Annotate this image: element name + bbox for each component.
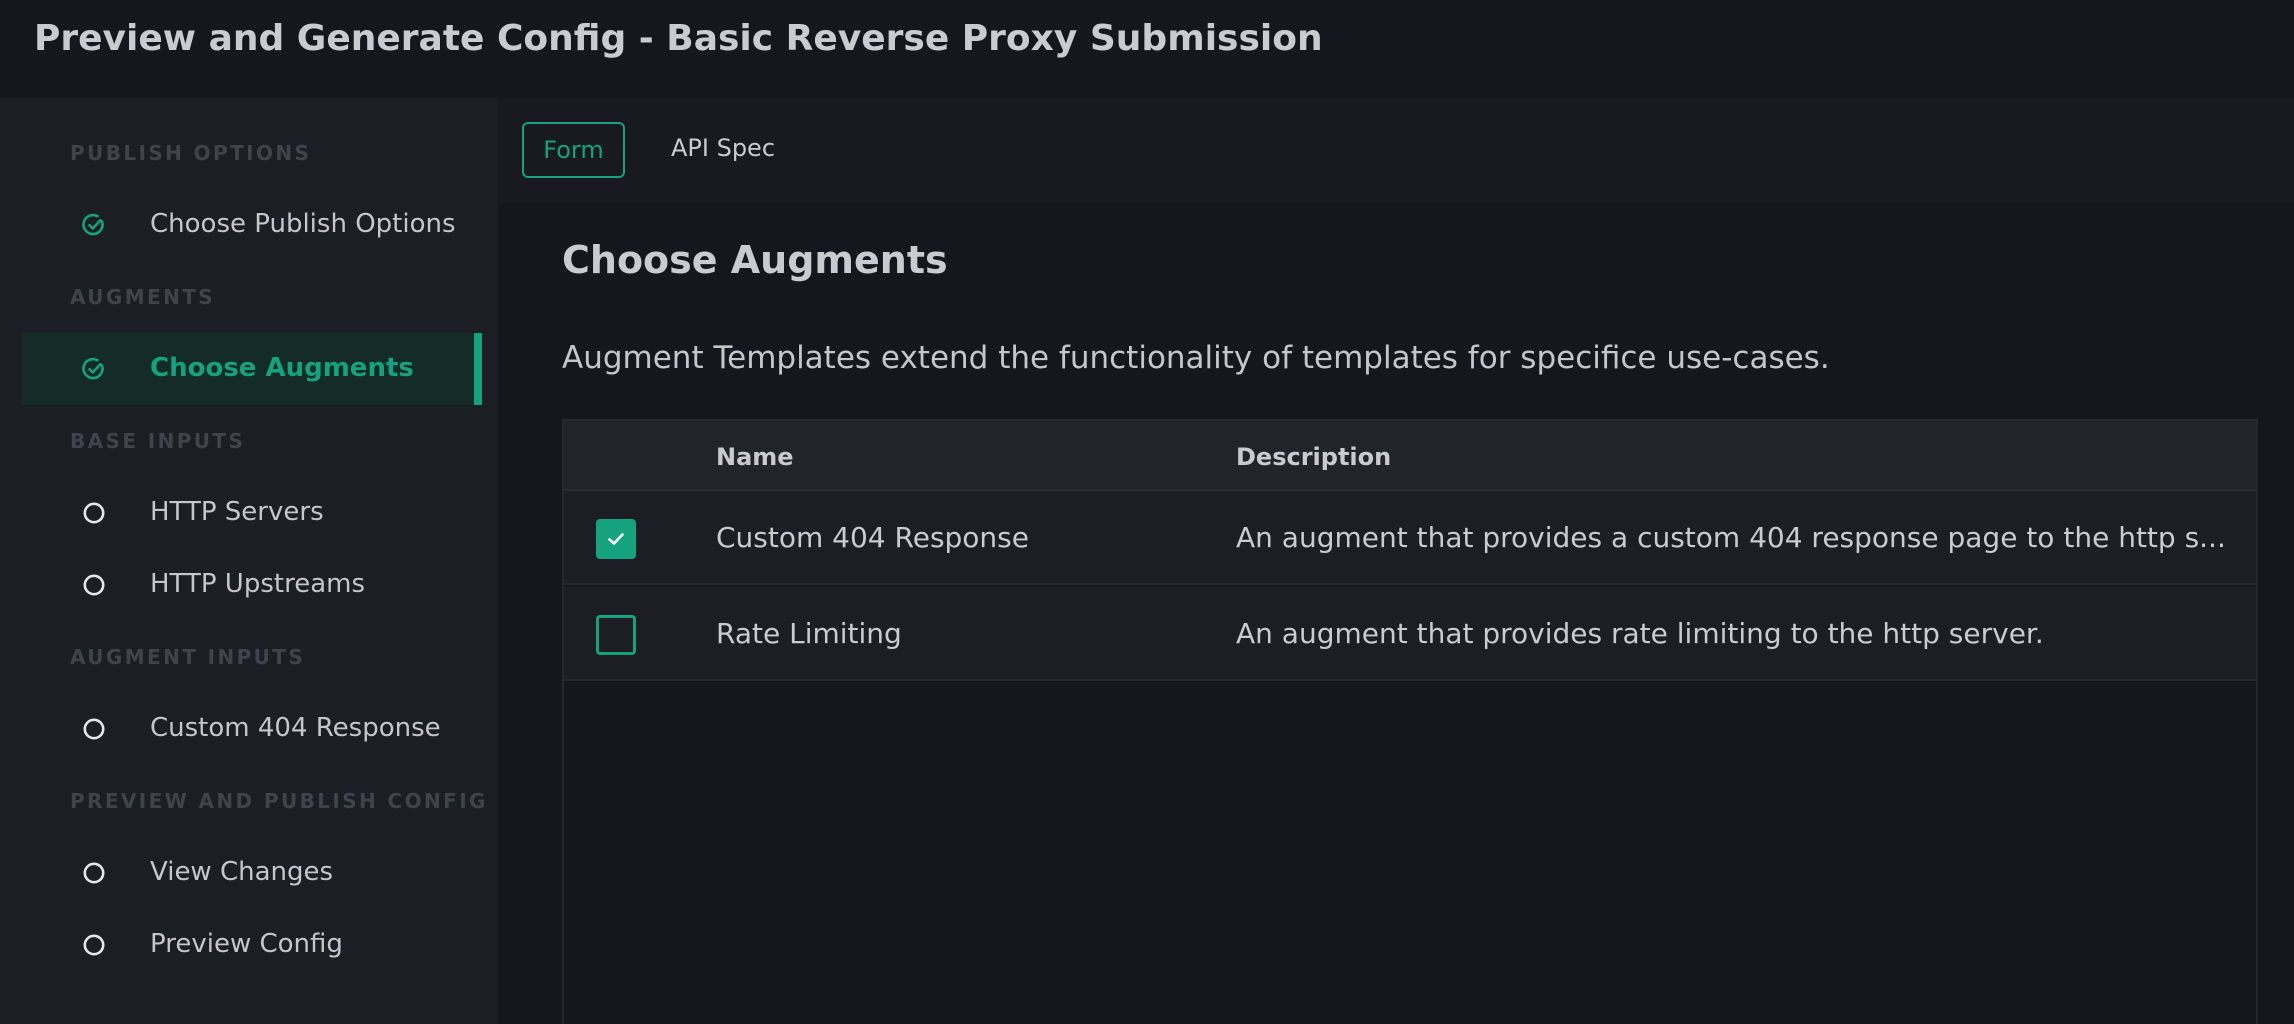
augment-name: Custom 404 Response [716, 521, 1029, 554]
tab-api-spec[interactable]: API Spec [658, 122, 788, 178]
circle-icon [83, 718, 105, 740]
sidebar-section-augment-inputs: AUGMENT INPUTS [70, 645, 306, 669]
sidebar-section-base-inputs: BASE INPUTS [70, 429, 246, 453]
table-header: Name Description [564, 421, 2256, 491]
sidebar-item-preview-config[interactable]: Preview Config [22, 909, 482, 981]
sidebar-item-view-changes[interactable]: View Changes [22, 837, 482, 909]
sidebar-section-preview-and-publish-config: PREVIEW AND PUBLISH CONFIG [70, 789, 488, 813]
page-title: Choose Augments [562, 238, 948, 282]
sidebar-item-label: HTTP Upstreams [150, 569, 365, 599]
sidebar-item-label: Preview Config [150, 929, 343, 959]
checkmark-icon [608, 533, 624, 545]
sidebar-item-choose-publish-options[interactable]: Choose Publish Options [22, 189, 482, 261]
circle-icon [83, 502, 105, 524]
sidebar-item-http-upstreams[interactable]: HTTP Upstreams [22, 549, 482, 621]
main-content: Choose Augments Augment Templates extend… [498, 202, 2294, 1024]
circle-icon [83, 574, 105, 596]
sidebar-item-http-servers[interactable]: HTTP Servers [22, 477, 482, 549]
app-header: Preview and Generate Config - Basic Reve… [0, 0, 2294, 82]
sidebar-item-custom-404-response[interactable]: Custom 404 Response [22, 693, 482, 765]
sidebar-nav: PUBLISH OPTIONS Choose Publish Options A… [0, 98, 498, 1024]
sidebar-item-label: HTTP Servers [150, 497, 324, 527]
page-description: Augment Templates extend the functionali… [562, 340, 1830, 376]
sidebar-item-label: Choose Publish Options [150, 209, 456, 239]
sidebar-item-label: Custom 404 Response [150, 713, 441, 743]
augment-description: An augment that provides a custom 404 re… [1236, 521, 2226, 554]
row-select-checkbox[interactable] [596, 519, 636, 559]
sidebar-section-augments: AUGMENTS [70, 285, 216, 309]
sidebar-item-label: Choose Augments [150, 353, 414, 383]
sidebar-item-label: View Changes [150, 857, 334, 887]
row-select-checkbox[interactable] [596, 615, 636, 655]
tab-form[interactable]: Form [522, 122, 625, 178]
augments-table: Name Description Custom 404 Response An … [562, 419, 2258, 1024]
augment-description: An augment that provides rate limiting t… [1236, 617, 2044, 650]
augment-name: Rate Limiting [716, 617, 902, 650]
table-row[interactable]: Custom 404 Response An augment that prov… [564, 491, 2256, 585]
check-circle-icon [82, 357, 104, 380]
view-tab-bar: Form API Spec [498, 98, 2294, 202]
circle-icon [83, 934, 105, 956]
column-header-description: Description [1236, 443, 1392, 471]
sidebar-item-choose-augments[interactable]: Choose Augments [22, 333, 482, 405]
column-header-name: Name [716, 443, 794, 471]
circle-icon [83, 862, 105, 884]
page-header-title: Preview and Generate Config - Basic Reve… [34, 18, 1323, 59]
sidebar-section-publish-options: PUBLISH OPTIONS [70, 141, 312, 165]
check-circle-icon [82, 213, 104, 236]
table-row[interactable]: Rate Limiting An augment that provides r… [564, 587, 2256, 681]
